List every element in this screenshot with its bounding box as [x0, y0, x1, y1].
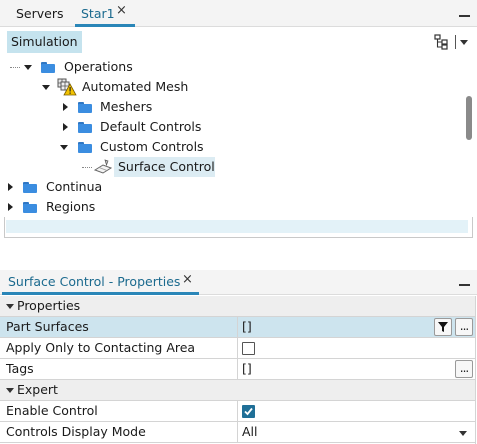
toolbar-separator [455, 35, 456, 49]
tree-node-label: Meshers [100, 99, 153, 114]
enable-control-checkbox[interactable] [242, 405, 255, 418]
menu-dropdown-icon[interactable] [460, 40, 468, 45]
tree-node-label: Regions [46, 199, 96, 214]
property-row-controls-display-mode[interactable]: Controls Display Mode All [0, 422, 475, 443]
editor-tab-bar: Servers Star1 × [0, 0, 477, 27]
active-tab-indicator [2, 292, 199, 295]
tree-scrollbar-thumb[interactable] [466, 96, 472, 140]
properties-tab-bar: Surface Control - Properties × [0, 270, 477, 295]
expand-toggle-icon[interactable] [42, 85, 50, 90]
category-label: Properties [17, 298, 81, 313]
tab-servers[interactable]: Servers [16, 5, 64, 22]
tree-node-label: Default Controls [100, 119, 202, 134]
surface-control-icon [93, 159, 113, 174]
tree-node-regions[interactable]: Regions [0, 197, 460, 217]
property-value[interactable]: [] [242, 359, 252, 379]
apply-only-checkbox[interactable] [242, 342, 255, 355]
property-row-part-surfaces[interactable]: Part Surfaces [] ... [0, 317, 475, 338]
tree-node-automated-mesh[interactable]: Automated Mesh [0, 77, 460, 97]
tree-node-label: Surface Control [118, 159, 215, 174]
folder-icon [78, 102, 92, 113]
minimize-icon[interactable] [459, 284, 470, 286]
tree-node-meshers[interactable]: Meshers [0, 97, 460, 117]
category-collapse-icon[interactable] [6, 388, 14, 393]
folder-icon [41, 62, 55, 73]
tab-star1-close-icon[interactable]: × [116, 3, 127, 18]
folder-icon [78, 122, 92, 133]
expand-toggle-icon[interactable] [60, 145, 68, 150]
tree-node-default-controls[interactable]: Default Controls [0, 117, 460, 137]
ellipsis-button[interactable]: ... [455, 360, 473, 378]
collapse-toggle-icon[interactable] [8, 183, 13, 191]
tree-root-simulation[interactable]: Simulation [7, 31, 82, 53]
tree-node-label: Operations [64, 59, 133, 74]
ellipsis-button[interactable]: ... [455, 318, 473, 336]
property-row-tags[interactable]: Tags [] ... [0, 359, 475, 380]
automated-mesh-warning-icon [57, 78, 77, 96]
category-properties[interactable]: Properties [0, 296, 475, 317]
folder-icon [78, 142, 92, 153]
property-name: Part Surfaces [6, 319, 89, 334]
tree-filter-input[interactable] [6, 220, 468, 233]
tree-node-label: Custom Controls [100, 139, 204, 154]
property-row-apply-only-contacting[interactable]: Apply Only to Contacting Area [0, 338, 475, 359]
expand-toggle-icon[interactable] [24, 65, 32, 70]
folder-icon [23, 182, 37, 193]
properties-tab-close-icon[interactable]: × [182, 272, 193, 287]
property-value[interactable]: [] [242, 317, 252, 337]
tree-node-surface-control[interactable]: Surface Control [0, 157, 460, 177]
minimize-icon[interactable] [459, 15, 470, 17]
property-name: Apply Only to Contacting Area [6, 340, 196, 355]
category-collapse-icon[interactable] [6, 304, 14, 309]
property-name: Tags [6, 361, 34, 376]
collapse-toggle-icon[interactable] [63, 123, 68, 131]
collapse-toggle-icon[interactable] [8, 203, 13, 211]
tree-node-label: Automated Mesh [82, 79, 189, 94]
tab-star1[interactable]: Star1 [81, 5, 115, 22]
category-expert[interactable]: Expert [0, 380, 475, 401]
collapse-toggle-icon[interactable] [63, 103, 68, 111]
display-mode-select[interactable]: All [242, 422, 258, 442]
tree-node-operations[interactable]: Operations [0, 57, 460, 77]
filter-icon[interactable] [434, 318, 452, 336]
property-name: Controls Display Mode [6, 424, 146, 439]
simulation-tree: Simulation Operations Automated Mesh Mes… [0, 27, 477, 244]
tab-surface-control-properties[interactable]: Surface Control - Properties [8, 273, 180, 291]
chevron-down-icon[interactable] [459, 431, 467, 436]
property-name: Enable Control [6, 403, 98, 418]
category-label: Expert [17, 382, 58, 397]
checkmark-icon [244, 407, 253, 416]
folder-icon [23, 202, 37, 213]
tree-view-icon[interactable] [434, 34, 448, 50]
tree-node-continua[interactable]: Continua [0, 177, 460, 197]
property-grid: Properties Part Surfaces [] ... Apply On… [0, 296, 477, 444]
tree-node-label: Continua [46, 179, 103, 194]
property-row-enable-control[interactable]: Enable Control [0, 401, 475, 422]
tree-node-custom-controls[interactable]: Custom Controls [0, 137, 460, 157]
